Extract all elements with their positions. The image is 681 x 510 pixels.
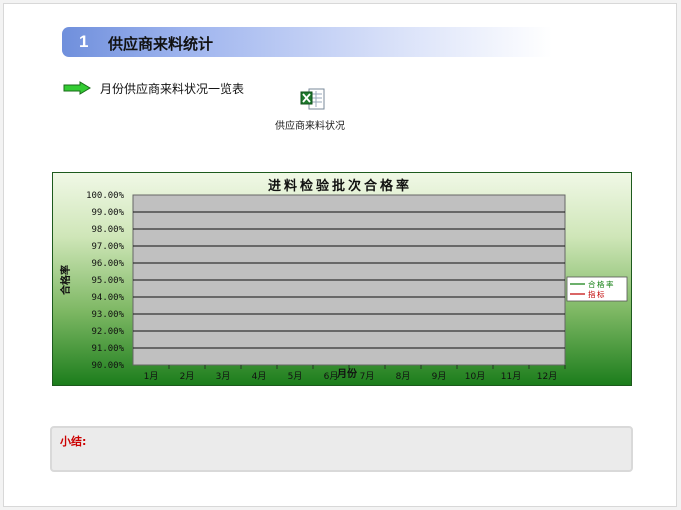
y-tick-label: 91.00% [91, 344, 124, 354]
y-tick-label: 100.00% [86, 191, 125, 201]
summary-box[interactable]: 小结: [50, 426, 633, 472]
legend: 合格率 指标 [566, 276, 628, 302]
summary-label: 小结: [60, 435, 87, 448]
y-tick-label: 92.00% [91, 327, 124, 337]
x-tick-label: 2月 [180, 371, 195, 382]
legend-label-target: 指标 [588, 289, 606, 299]
x-tick-label: 9月 [432, 371, 447, 382]
x-tick-label: 10月 [465, 371, 485, 382]
y-tick-label: 93.00% [91, 310, 124, 320]
excel-file-icon[interactable] [300, 87, 326, 111]
pass-rate-chart: 进料检验批次合格率 100.00% 99.00% 98.00% 97.00% 96.00… [52, 172, 632, 386]
x-tick-label: 5月 [288, 371, 303, 382]
x-tick-label: 3月 [216, 371, 231, 382]
x-tick-label: 4月 [252, 371, 267, 382]
y-tick-label: 90.00% [91, 361, 124, 371]
x-axis-label: 月份 [336, 367, 358, 380]
y-axis-label: 合格率 [59, 265, 72, 296]
legend-label-pass: 合格率 [588, 279, 615, 289]
x-tick-label: 7月 [360, 371, 375, 382]
y-tick-label: 98.00% [91, 225, 124, 235]
sub-heading: 月份供应商来料状况一览表 [100, 82, 245, 96]
section-header: 1 供应商来料统计 [62, 27, 552, 57]
x-tick-label: 8月 [396, 371, 411, 382]
x-tick-label: 1月 [144, 371, 159, 382]
y-tick-label: 96.00% [91, 259, 124, 269]
y-tick-label: 94.00% [91, 293, 124, 303]
x-tick-label: 11月 [501, 371, 521, 382]
y-tick-label: 95.00% [91, 276, 124, 286]
y-tick-label: 99.00% [91, 208, 124, 218]
x-tick-label: 12月 [537, 371, 557, 382]
section-title: 供应商来料统计 [108, 35, 214, 53]
attachment-label[interactable]: 供应商来料状况 [275, 117, 345, 132]
arrow-right-icon [63, 81, 91, 95]
chart-title: 进料检验批次合格率 [268, 178, 412, 194]
chart-svg: 进料检验批次合格率 100.00% 99.00% 98.00% 97.00% 96.00… [59, 178, 628, 382]
y-tick-label: 97.00% [91, 242, 124, 252]
section-number: 1 [79, 32, 89, 51]
